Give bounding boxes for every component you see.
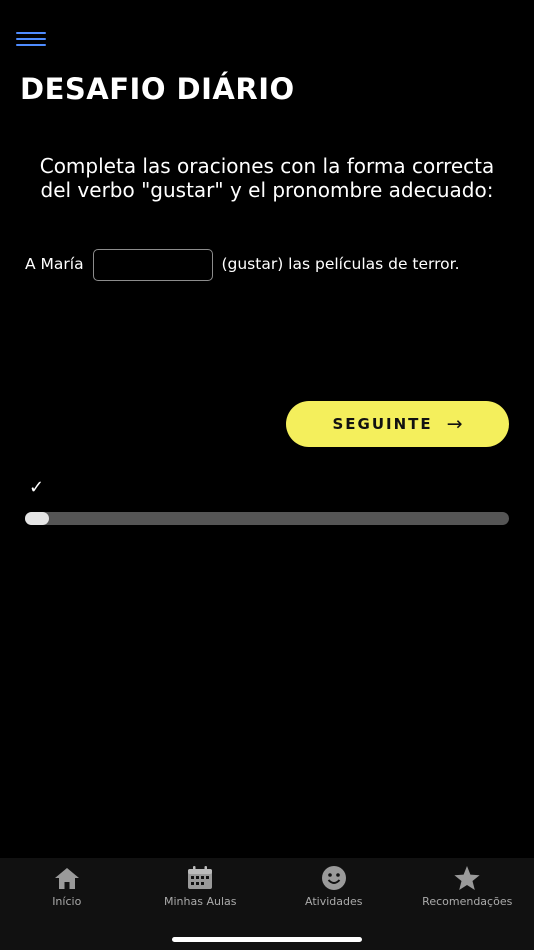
tab-recomendacoes[interactable]: Recomendações <box>401 858 534 950</box>
progress-fill <box>25 512 50 525</box>
home-indicator <box>172 937 362 942</box>
tab-label: Minhas Aulas <box>164 895 237 908</box>
smiley-icon <box>320 865 348 891</box>
exercise-sentence: A María (gustar) las películas de terror… <box>25 248 495 281</box>
answer-input[interactable] <box>92 248 213 281</box>
tab-inicio[interactable]: Início <box>0 858 134 950</box>
next-button[interactable]: SEGUINTE → <box>286 401 509 447</box>
star-icon <box>453 865 481 891</box>
tab-label: Recomendações <box>422 895 513 908</box>
tab-label: Atividades <box>305 895 363 908</box>
progress-bar <box>25 512 509 525</box>
hamburger-menu-icon[interactable] <box>16 32 46 50</box>
checkmark-icon: ✓ <box>29 477 45 498</box>
exercise-instructions: Completa las oraciones con la forma corr… <box>39 154 495 202</box>
calendar-icon <box>186 865 214 891</box>
arrow-right-icon: → <box>446 413 463 435</box>
next-button-label: SEGUINTE <box>332 415 433 433</box>
sentence-before: A María <box>25 255 84 273</box>
page-title: DESAFIO DIÁRIO <box>20 72 295 106</box>
tab-label: Início <box>52 895 82 908</box>
sentence-after: (gustar) las películas de terror. <box>221 255 460 273</box>
home-icon <box>53 865 81 891</box>
